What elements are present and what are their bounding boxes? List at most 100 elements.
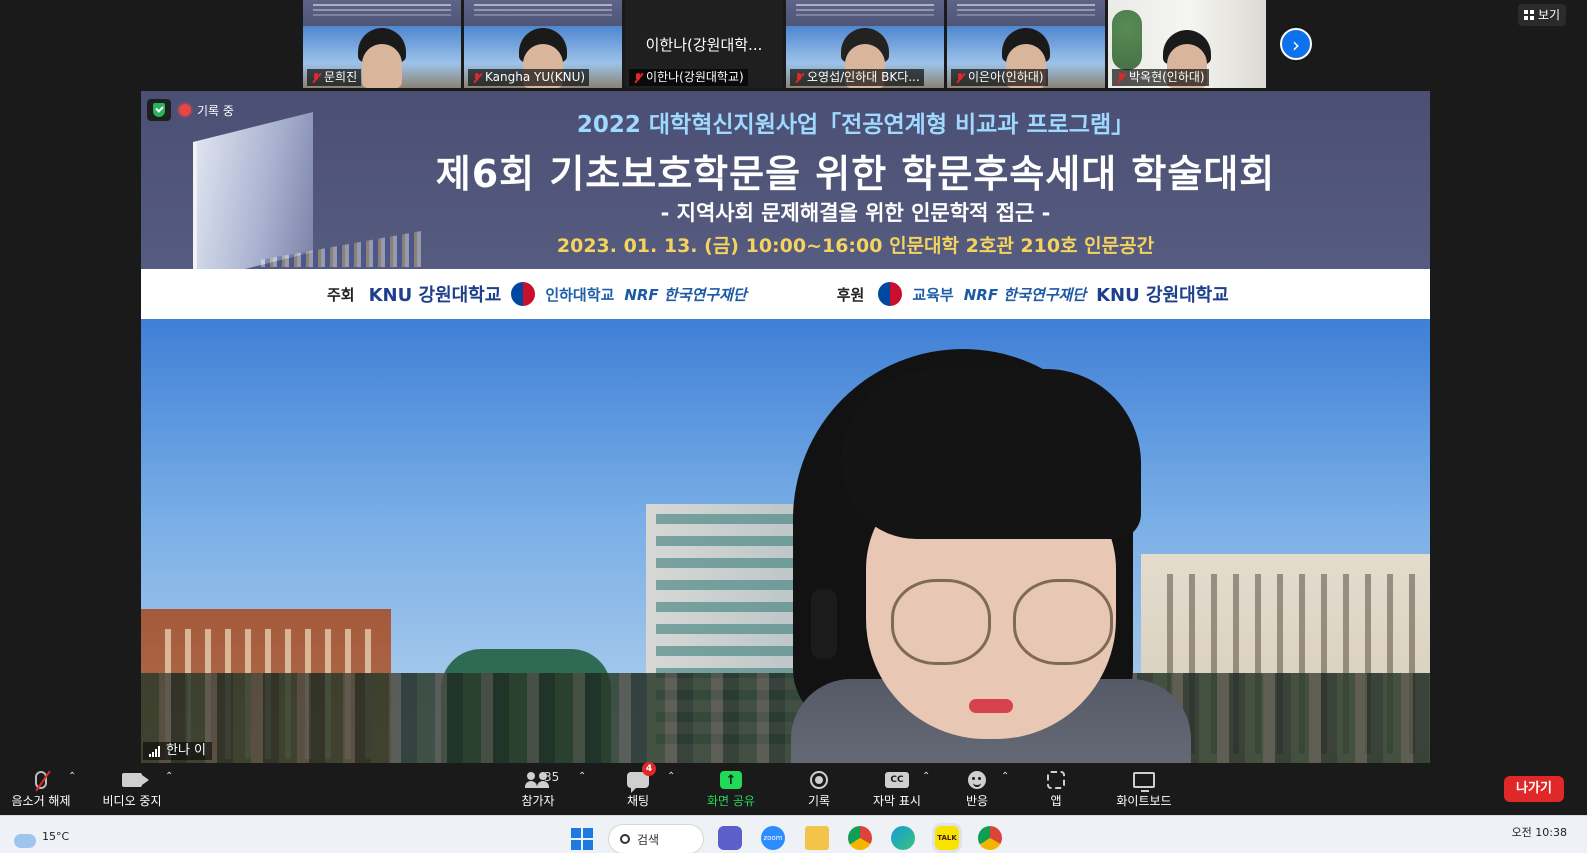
record-icon	[810, 771, 828, 789]
support-label: 후원	[836, 285, 865, 304]
slide-thumbnail	[786, 0, 944, 26]
recording-indicator: 기록 중	[147, 99, 234, 121]
banner-subtitle: - 지역사회 문제해결을 위한 인문학적 접근 -	[660, 201, 1051, 225]
participant-name: 오영섭/인하대 BK다...	[807, 70, 920, 84]
participant-tile[interactable]: 이은아(인하대)	[947, 0, 1105, 88]
view-button-label: 보기	[1538, 8, 1561, 22]
participant-name-tag: 문희진	[307, 69, 362, 86]
mic-muted-icon	[633, 72, 643, 84]
share-screen-label: 화면 공유	[707, 794, 755, 808]
mic-muted-icon	[955, 72, 965, 84]
inha-emblem-icon	[511, 282, 536, 306]
search-icon	[620, 834, 630, 844]
reactions-button[interactable]: 반응	[960, 767, 994, 813]
file-explorer-icon[interactable]	[805, 826, 829, 850]
host-label: 주회	[327, 285, 355, 304]
participants-caret-icon[interactable]: ⌃	[578, 771, 586, 782]
slide-thumbnail	[947, 0, 1105, 26]
apps-label: 앱	[1050, 794, 1062, 808]
windows-taskbar: 15°C 검색 zoom TALK 오전 10:38	[0, 815, 1587, 853]
grid-icon	[1524, 10, 1534, 20]
captions-label: 자막 표시	[873, 794, 921, 808]
kakaotalk-icon[interactable]: TALK	[935, 826, 959, 850]
chrome-icon[interactable]	[848, 826, 872, 850]
share-screen-icon: ↑	[720, 771, 742, 789]
banner-event-title: 제6회 기초보호학문을 위한 학문후속세대 학술대회	[435, 152, 1276, 196]
banner-date-venue: 2023. 01. 13. (금) 10:00~16:00 인문대학 2호관 2…	[556, 235, 1155, 257]
whiteboard-button[interactable]: 화이트보드	[1112, 767, 1176, 813]
closed-captions-icon: CC	[885, 772, 909, 788]
reactions-label: 반응	[965, 794, 989, 808]
share-screen-button[interactable]: ↑ 화면 공유	[702, 767, 760, 813]
view-button[interactable]: 보기	[1518, 4, 1567, 26]
participants-label: 참가자	[521, 794, 555, 808]
participant-tile[interactable]: Kangha YU(KNU)	[464, 0, 622, 88]
apps-button[interactable]: 앱	[1040, 767, 1072, 813]
participant-tile[interactable]: 박옥현(인하대)	[1108, 0, 1266, 88]
participant-name: 박옥현(인하대)	[1129, 70, 1205, 84]
knu-logo: KNU 강원대학교	[1096, 285, 1229, 306]
plant-image	[1112, 10, 1142, 70]
participant-name: 이한나(강원대학교)	[646, 70, 744, 84]
mic-muted-icon	[35, 771, 47, 789]
chat-label: 채팅	[626, 794, 650, 808]
stop-video-button[interactable]: 비디오 중지	[98, 767, 166, 813]
chat-caret-icon[interactable]: ⌃	[667, 771, 675, 782]
chat-button[interactable]: 4 채팅	[620, 762, 656, 813]
video-options-caret-icon[interactable]: ⌃	[165, 771, 173, 782]
mic-muted-icon	[1116, 72, 1126, 84]
participant-tile[interactable]: 문희진	[303, 0, 461, 88]
teams-chat-icon[interactable]	[718, 826, 742, 850]
participants-count: 35	[544, 770, 560, 784]
record-label: 기록	[807, 794, 831, 808]
recording-status[interactable]: 기록 중	[179, 102, 234, 119]
banner-program-title: 2022 대학혁신지원사업「전공연계형 비교과 프로그램」	[576, 112, 1135, 138]
nrf-logo: NRF 한국연구재단	[963, 285, 1087, 304]
security-shield-icon[interactable]	[147, 99, 171, 121]
emoji-icon	[968, 771, 986, 789]
zoom-meeting-window: 문희진 Kangha YU(KNU) 이한나(강원대학... 이한나(강원대학교…	[0, 0, 1587, 853]
search-label: 검색	[637, 832, 660, 847]
participant-name-tag: 이한나(강원대학교)	[629, 69, 748, 86]
speaker-name: 한나 이	[166, 743, 207, 758]
moe-emblem-icon	[878, 282, 903, 306]
captions-button[interactable]: CC 자막 표시	[868, 767, 926, 813]
zoom-app-icon[interactable]: zoom	[761, 826, 785, 850]
mic-muted-icon	[311, 72, 321, 84]
captions-caret-icon[interactable]: ⌃	[922, 771, 930, 782]
participant-name-tag: 이은아(인하대)	[951, 69, 1048, 86]
weather-widget[interactable]: 15°C	[14, 824, 69, 848]
inha-logo: 인하대학교	[545, 285, 615, 304]
windows-start-icon[interactable]	[571, 828, 593, 850]
speaker-name-tag: 한나 이	[143, 742, 213, 760]
system-clock[interactable]: 오전 10:38	[1512, 824, 1567, 840]
sponsor-bar: 주회 KNU 강원대학교 인하대학교 NRF 한국연구재단 후원 교육부 NRF…	[141, 269, 1430, 319]
unmute-label: 음소거 해제	[11, 794, 71, 808]
reactions-caret-icon[interactable]: ⌃	[1001, 771, 1009, 782]
chrome-profile-icon[interactable]	[978, 826, 1002, 850]
nrf-logo: NRF 한국연구재단	[624, 285, 747, 304]
participants-button[interactable]: 35 참가자	[510, 767, 566, 813]
mic-muted-icon	[472, 72, 482, 84]
mic-muted-icon	[794, 72, 804, 84]
leave-meeting-button[interactable]: 나가기	[1504, 776, 1564, 802]
participant-tile[interactable]: 오영섭/인하대 BK다...	[786, 0, 944, 88]
participant-center-name: 이한나(강원대학...	[645, 36, 763, 54]
audio-options-caret-icon[interactable]: ⌃	[68, 771, 76, 782]
next-page-button[interactable]: ›	[1280, 28, 1312, 60]
edge-icon[interactable]	[891, 826, 915, 850]
participant-name: 이은아(인하대)	[968, 70, 1044, 84]
apps-icon	[1047, 771, 1065, 789]
unmute-button[interactable]: 음소거 해제	[6, 767, 76, 813]
slide-thumbnail	[464, 0, 622, 26]
participant-name: Kangha YU(KNU)	[485, 70, 586, 84]
participant-name-tag: 오영섭/인하대 BK다...	[790, 69, 924, 86]
campus-background	[141, 319, 1430, 763]
record-button[interactable]: 기록	[800, 767, 838, 813]
recording-label: 기록 중	[197, 103, 234, 118]
active-speaker-video[interactable]: 2022 대학혁신지원사업「전공연계형 비교과 프로그램」 제6회 기초보호학문…	[141, 91, 1430, 763]
participant-gallery: 문희진 Kangha YU(KNU) 이한나(강원대학... 이한나(강원대학교…	[0, 0, 1587, 90]
taskbar-search[interactable]: 검색	[608, 824, 704, 853]
participant-tile[interactable]: 이한나(강원대학... 이한나(강원대학교)	[625, 0, 783, 88]
cloud-icon	[14, 834, 36, 848]
